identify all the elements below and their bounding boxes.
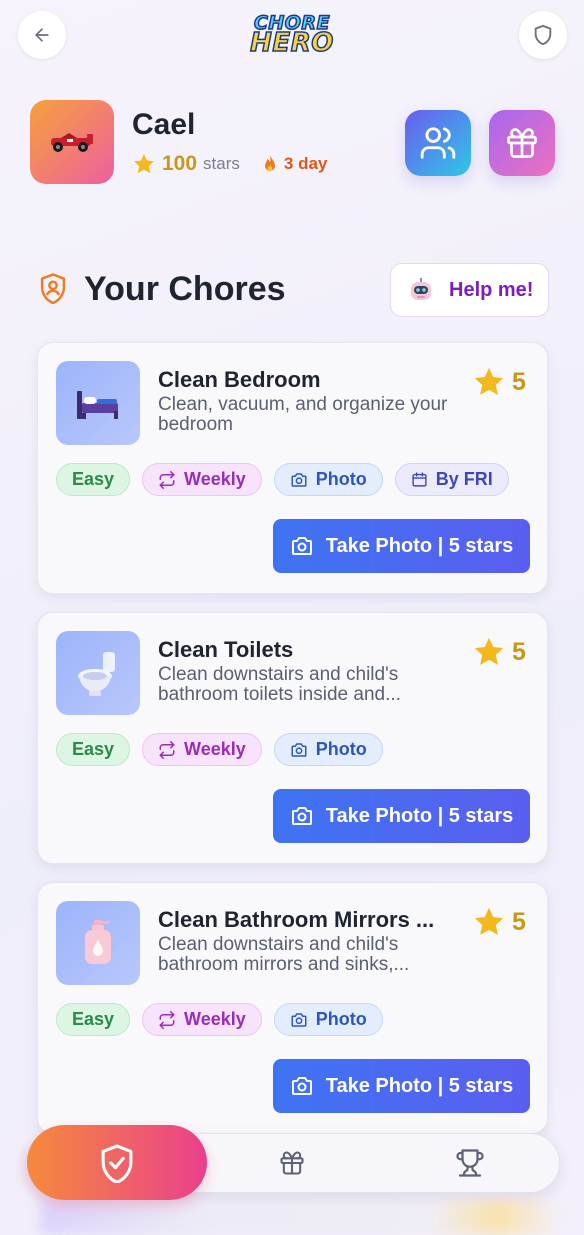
proof-tag: Photo	[273, 733, 383, 766]
calendar-icon	[412, 472, 427, 487]
chore-thumbnail	[56, 631, 140, 715]
chore-description: Clean, vacuum, and organize your bedroom	[158, 395, 448, 435]
frequency-tag: Weekly	[142, 463, 262, 496]
camera-icon	[291, 1012, 307, 1027]
take-photo-label: Take Photo | 5 stars	[325, 1074, 514, 1097]
flame-icon	[264, 155, 275, 172]
difficulty-tag: Easy	[56, 733, 131, 766]
star-icon	[474, 637, 504, 665]
toilet-icon	[78, 652, 115, 696]
star-icon	[474, 367, 504, 395]
star-icon	[134, 154, 154, 174]
soap-bottle-icon	[85, 920, 111, 964]
take-photo-label: Take Photo | 5 stars	[325, 534, 514, 557]
take-photo-label: Take Photo | 5 stars	[325, 804, 514, 827]
back-button[interactable]	[18, 11, 66, 59]
chore-tags: Easy Weekly Photo	[56, 1003, 383, 1036]
reward-value: 5	[512, 367, 526, 396]
logo-line2: HERO	[249, 27, 334, 58]
take-photo-button[interactable]: Take Photo | 5 stars	[273, 519, 530, 573]
section-title: Your Chores	[84, 270, 286, 308]
chore-thumbnail	[56, 361, 140, 445]
frequency-tag: Weekly	[142, 1003, 262, 1036]
bed-icon	[77, 391, 118, 419]
camera-icon	[291, 1077, 312, 1095]
arrow-left-icon	[35, 28, 49, 42]
proof-label: Photo	[315, 739, 367, 759]
streak-count: 3 day	[283, 154, 328, 173]
shield-icon	[534, 24, 552, 46]
repeat-icon	[159, 740, 175, 759]
camera-icon	[291, 537, 312, 555]
stars-label: stars	[203, 154, 240, 173]
stars-count: 100	[162, 152, 198, 175]
chore-thumbnail	[56, 901, 140, 985]
camera-icon	[291, 742, 307, 757]
difficulty-label: Easy	[72, 1009, 115, 1029]
proof-label: Photo	[315, 1009, 367, 1029]
robot-icon	[411, 278, 431, 300]
nav-chores-tab[interactable]	[27, 1125, 207, 1200]
difficulty-tag: Easy	[56, 1003, 131, 1036]
difficulty-tag: Easy	[56, 463, 131, 496]
shield-user-icon	[40, 273, 66, 305]
difficulty-label: Easy	[72, 739, 115, 759]
proof-label: Photo	[315, 469, 367, 489]
profile-stats: 100 stars 3 day	[132, 152, 327, 176]
scroll-content-preview	[40, 1200, 560, 1235]
chore-description: Clean downstairs and child's bathroom to…	[158, 665, 401, 705]
take-photo-button[interactable]: Take Photo | 5 stars	[273, 1059, 530, 1113]
parent-mode-button[interactable]	[519, 11, 567, 59]
chore-reward: 5	[472, 635, 526, 669]
chore-reward: 5	[472, 365, 526, 399]
race-car-icon	[51, 133, 93, 152]
due-label: By FRI	[435, 469, 493, 489]
chores-section-header: Your Chores Help me!	[38, 262, 550, 318]
star-icon	[474, 907, 504, 935]
chore-tags: Easy Weekly Photo By FRI	[56, 463, 509, 496]
chore-card[interactable]: Clean Bathroom Mirrors ... Clean downsta…	[37, 882, 548, 1134]
camera-icon	[291, 807, 312, 825]
proof-tag: Photo	[273, 1003, 383, 1036]
difficulty-label: Easy	[72, 469, 115, 489]
gift-icon	[507, 128, 537, 158]
help-me-button[interactable]: Help me!	[390, 263, 549, 317]
frequency-label: Weekly	[184, 739, 246, 759]
repeat-icon	[159, 470, 175, 489]
rewards-button[interactable]	[489, 110, 555, 176]
take-photo-button[interactable]: Take Photo | 5 stars	[273, 789, 530, 843]
chore-title: Clean Toilets	[158, 637, 294, 662]
app-logo: CHORE HERO	[246, 8, 338, 62]
chore-tags: Easy Weekly Photo	[56, 733, 383, 766]
help-me-label: Help me!	[449, 278, 534, 301]
reward-value: 5	[512, 637, 526, 666]
chore-card[interactable]: Clean Toilets Clean downstairs and child…	[37, 612, 548, 864]
gift-icon	[280, 1151, 304, 1175]
due-tag: By FRI	[394, 463, 509, 496]
child-name: Cael	[132, 108, 196, 141]
chore-description: Clean downstairs and child's bathroom mi…	[158, 935, 410, 975]
reward-value: 5	[512, 907, 526, 936]
shield-check-icon	[101, 1144, 133, 1183]
family-button[interactable]	[405, 110, 471, 176]
camera-icon	[291, 472, 307, 487]
frequency-label: Weekly	[184, 1009, 246, 1029]
chore-card[interactable]: Clean Bedroom Clean, vacuum, and organiz…	[37, 342, 548, 594]
profile-header: Cael 100 stars 3 day	[30, 100, 560, 190]
repeat-icon	[159, 1010, 175, 1029]
frequency-label: Weekly	[184, 469, 246, 489]
nav-trophy-tab[interactable]	[455, 1148, 485, 1178]
avatar[interactable]	[30, 100, 114, 184]
top-bar: CHORE HERO	[0, 0, 584, 72]
users-icon	[420, 127, 456, 159]
chore-title: Clean Bedroom	[158, 367, 321, 392]
chore-title: Clean Bathroom Mirrors ...	[158, 907, 435, 932]
frequency-tag: Weekly	[142, 733, 262, 766]
proof-tag: Photo	[273, 463, 383, 496]
chore-reward: 5	[472, 905, 526, 939]
trophy-icon	[456, 1149, 484, 1177]
nav-rewards-tab[interactable]	[277, 1148, 307, 1178]
